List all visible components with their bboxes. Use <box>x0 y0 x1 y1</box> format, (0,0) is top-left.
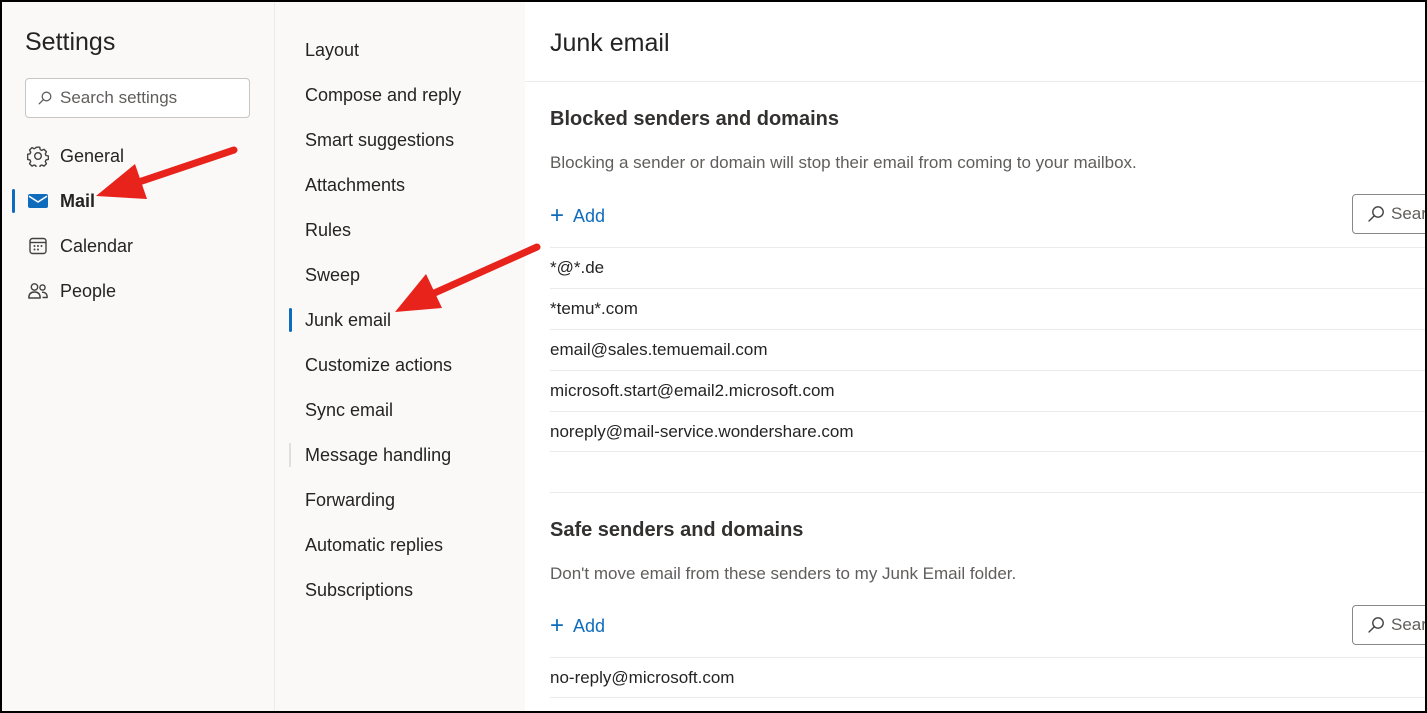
mail-item-label: Smart suggestions <box>305 129 455 150</box>
sender-address: email@sales.temuemail.com <box>550 340 768 359</box>
nav-item-label: Mail <box>60 190 96 211</box>
list-item[interactable]: email@sales.temuemail.com <box>550 329 1425 370</box>
mail-item-sweep[interactable]: Sweep <box>289 255 519 295</box>
junk-email-content: Junk email Blocked senders and domains B… <box>525 2 1425 711</box>
add-blocked-sender-button[interactable]: + Add <box>550 201 605 231</box>
nav-item-general[interactable]: General <box>12 136 262 176</box>
mail-item-label: Sync email <box>305 399 394 420</box>
content-header: Junk email <box>525 2 1425 82</box>
mail-item-label: Rules <box>305 219 352 240</box>
calendar-icon <box>27 235 49 257</box>
mail-item-label: Attachments <box>305 174 406 195</box>
mail-item-label: Customize actions <box>305 354 453 375</box>
mail-item-compose-and-reply[interactable]: Compose and reply <box>289 75 519 115</box>
list-item[interactable]: *@*.de <box>550 247 1425 288</box>
page-title: Junk email <box>550 29 670 57</box>
add-safe-sender-button[interactable]: + Add <box>550 611 605 641</box>
mail-item-label: Subscriptions <box>305 579 414 600</box>
mail-item-label: Junk email <box>305 309 392 330</box>
list-item[interactable]: noreply@mail-service.wondershare.com <box>550 411 1425 452</box>
mail-item-sync-email[interactable]: Sync email <box>289 390 519 430</box>
blocked-senders-description: Blocking a sender or domain will stop th… <box>550 153 1137 172</box>
mail-item-customize-actions[interactable]: Customize actions <box>289 345 519 385</box>
search-icon <box>38 91 52 105</box>
list-item[interactable]: no-reply@microsoft.com <box>550 657 1425 698</box>
safe-search-box[interactable] <box>1352 605 1425 645</box>
mail-item-label: Compose and reply <box>305 84 462 105</box>
mail-item-label: Forwarding <box>305 489 396 510</box>
blocked-search-input[interactable] <box>1391 204 1425 224</box>
nav-item-label: General <box>60 145 125 166</box>
nav-item-label: People <box>60 280 117 301</box>
nav-item-calendar[interactable]: Calendar <box>12 226 262 266</box>
mail-item-label: Message handling <box>305 444 452 465</box>
safe-senders-description: Don't move email from these senders to m… <box>550 564 1017 583</box>
mail-item-subscriptions[interactable]: Subscriptions <box>289 570 519 610</box>
plus-icon: + <box>550 202 565 229</box>
settings-search-input[interactable] <box>60 88 230 108</box>
safe-senders-list: no-reply@microsoft.com <box>550 657 1425 698</box>
mail-settings-pane: Layout Compose and reply Smart suggestio… <box>274 2 525 711</box>
plus-icon: + <box>550 612 565 639</box>
gear-icon <box>27 145 49 167</box>
settings-search-box[interactable] <box>25 78 250 118</box>
mail-item-automatic-replies[interactable]: Automatic replies <box>289 525 519 565</box>
mail-item-label: Automatic replies <box>305 534 444 555</box>
mail-item-message-handling[interactable]: Message handling <box>289 435 519 475</box>
section-divider <box>550 492 1425 493</box>
list-item[interactable]: microsoft.start@email2.microsoft.com <box>550 370 1425 411</box>
mail-item-label: Sweep <box>305 264 361 285</box>
blocked-senders-list: *@*.de *temu*.com email@sales.temuemail.… <box>550 247 1425 452</box>
settings-title: Settings <box>25 28 116 56</box>
safe-search-input[interactable] <box>1391 615 1425 635</box>
add-label: Add <box>573 615 606 636</box>
settings-pane: Settings General <box>2 2 274 711</box>
add-label: Add <box>573 205 606 226</box>
mail-item-label: Layout <box>305 39 360 60</box>
mail-item-forwarding[interactable]: Forwarding <box>289 480 519 520</box>
safe-senders-title: Safe senders and domains <box>550 519 804 541</box>
blocked-senders-title: Blocked senders and domains <box>550 108 839 130</box>
envelope-icon <box>27 190 49 212</box>
mail-item-junk-email[interactable]: Junk email <box>289 300 519 340</box>
sender-address: *@*.de <box>550 258 605 277</box>
nav-item-label: Calendar <box>60 235 134 256</box>
search-icon <box>1368 617 1384 633</box>
blocked-search-box[interactable] <box>1352 194 1425 234</box>
outlook-settings-window: Settings General <box>2 2 1425 711</box>
list-item[interactable]: *temu*.com <box>550 288 1425 329</box>
mail-item-smart-suggestions[interactable]: Smart suggestions <box>289 120 519 160</box>
mail-item-rules[interactable]: Rules <box>289 210 519 250</box>
sender-address: noreply@mail-service.wondershare.com <box>550 421 854 441</box>
sender-address: no-reply@microsoft.com <box>550 667 735 687</box>
nav-item-mail[interactable]: Mail <box>12 181 262 221</box>
sender-address: *temu*.com <box>550 299 638 318</box>
sender-address: microsoft.start@email2.microsoft.com <box>550 381 835 400</box>
nav-item-people[interactable]: People <box>12 271 262 311</box>
mail-item-attachments[interactable]: Attachments <box>289 165 519 205</box>
search-icon <box>1368 206 1384 222</box>
people-icon <box>27 280 49 302</box>
mail-item-layout[interactable]: Layout <box>289 30 519 70</box>
